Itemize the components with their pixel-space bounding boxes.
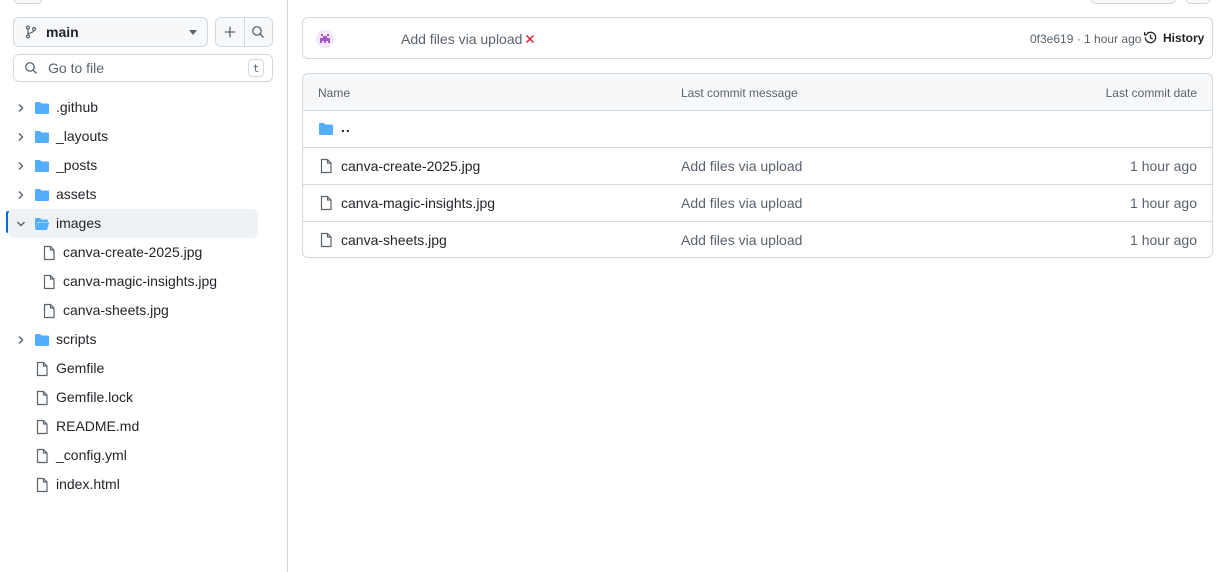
- folder-icon: [35, 189, 49, 201]
- table-row: canva-create-2025.jpg Add files via uploa…: [303, 148, 1212, 185]
- tree-item-label: Gemfile.lock: [56, 389, 134, 405]
- tree-file-item[interactable]: canva-sheets.jpg: [0, 296, 287, 325]
- file-icon: [43, 274, 55, 290]
- avatar[interactable]: [316, 30, 334, 48]
- tree-folder-item[interactable]: scripts: [0, 325, 287, 354]
- chevron-right-icon[interactable]: [15, 102, 27, 114]
- tree-file-item[interactable]: Gemfile.lock: [0, 383, 287, 412]
- chevron-right-icon[interactable]: [15, 189, 27, 201]
- table-header: Name Last commit message Last commit dat…: [303, 74, 1212, 111]
- tree-item-label: index.html: [56, 476, 120, 492]
- keyboard-shortcut-hint: t: [248, 59, 264, 77]
- tree-item-label: _layouts: [56, 128, 109, 144]
- file-icon: [43, 245, 55, 261]
- directory-file-table: Name Last commit message Last commit dat…: [302, 73, 1213, 258]
- column-header-message: Last commit message: [681, 86, 798, 100]
- commit-date: 1 hour ago: [1130, 158, 1197, 174]
- tree-file-item[interactable]: Gemfile: [0, 354, 287, 383]
- collapse-sidebar-button[interactable]: [14, 0, 42, 4]
- parent-directory-link[interactable]: ..: [341, 119, 351, 135]
- tree-file-item[interactable]: canva-create-2025.jpg: [0, 238, 287, 267]
- tree-item-label: canva-sheets.jpg: [63, 302, 169, 318]
- commit-date: 1 hour ago: [1130, 195, 1197, 211]
- chevron-right-icon[interactable]: [15, 334, 27, 346]
- tree-item-label: scripts: [56, 331, 97, 347]
- tree-actions: [215, 17, 273, 47]
- file-icon: [36, 477, 48, 493]
- go-to-file-field[interactable]: t: [13, 54, 273, 82]
- commit-message-link[interactable]: Add files via upload: [681, 195, 802, 211]
- tree-folder-item[interactable]: _layouts: [0, 122, 287, 151]
- tree-folder-item[interactable]: images: [8, 209, 258, 238]
- file-icon: [36, 390, 48, 406]
- file-icon: [36, 361, 48, 377]
- dropdown-caret-icon: [189, 29, 197, 35]
- latest-commit-bar: Add files via upload 0f3e619 · 1 hour ag…: [302, 17, 1213, 59]
- chevron-right-icon[interactable]: [15, 160, 27, 172]
- plus-icon: [224, 26, 235, 38]
- tree-item-label: .github: [56, 99, 99, 115]
- branch-name: main: [46, 24, 79, 40]
- go-to-file-input[interactable]: [48, 60, 248, 76]
- git-branch-icon: [25, 25, 37, 39]
- file-icon: [36, 419, 48, 435]
- folder-icon: [35, 131, 49, 143]
- file-icon: [320, 195, 332, 211]
- tree-item-label: _posts: [56, 157, 98, 173]
- chevron-down-icon[interactable]: [15, 218, 27, 230]
- file-tree: .github _layouts _postsassets images canva-c…: [0, 93, 287, 499]
- folder-icon: [319, 123, 333, 135]
- search-icon: [25, 62, 37, 74]
- tree-item-label: _config.yml: [56, 447, 127, 463]
- tree-file-item[interactable]: canva-magic-insights.jpg: [0, 267, 287, 296]
- file-icon: [36, 448, 48, 464]
- history-icon: [1144, 31, 1157, 44]
- tree-item-label: assets: [56, 186, 97, 202]
- column-header-name: Name: [318, 86, 351, 100]
- folder-icon: [35, 160, 49, 172]
- file-icon: [43, 303, 55, 319]
- folder-icon: [35, 334, 49, 346]
- column-header-date: Last commit date: [1105, 86, 1197, 100]
- tree-file-item[interactable]: _config.yml: [0, 441, 287, 470]
- chevron-right-icon[interactable]: [15, 131, 27, 143]
- parent-directory-row[interactable]: ..: [303, 111, 1212, 148]
- add-file-button[interactable]: [216, 18, 244, 46]
- commit-date: 1 hour ago: [1130, 232, 1197, 248]
- folder-open-icon: [35, 218, 50, 230]
- tree-item-label: images: [56, 215, 102, 231]
- tree-file-item[interactable]: index.html: [0, 470, 287, 499]
- tree-folder-item[interactable]: _posts: [0, 151, 287, 180]
- commit-message-link[interactable]: Add files via upload: [401, 31, 522, 47]
- commit-message-link[interactable]: Add files via upload: [681, 232, 802, 248]
- tree-item-label: Gemfile: [56, 360, 105, 376]
- history-button[interactable]: History: [1143, 30, 1204, 45]
- search-icon: [252, 26, 265, 38]
- search-files-button[interactable]: [243, 18, 273, 46]
- folder-icon: [35, 102, 49, 114]
- file-tree-sidebar: main t .github _layouts _postsassets images…: [0, 0, 288, 572]
- tree-item-label: README.md: [56, 418, 140, 434]
- tree-item-label: canva-magic-insights.jpg: [63, 273, 218, 289]
- tree-file-item[interactable]: README.md: [0, 412, 287, 441]
- tree-item-label: canva-create-2025.jpg: [63, 244, 203, 260]
- branch-selector-button[interactable]: main: [13, 17, 208, 47]
- tree-folder-item[interactable]: .github: [0, 93, 287, 122]
- tree-folder-item[interactable]: assets: [0, 180, 287, 209]
- file-name-link[interactable]: canva-sheets.jpg: [341, 232, 447, 248]
- file-name-link[interactable]: canva-create-2025.jpg: [341, 158, 480, 174]
- history-label: History: [1163, 30, 1205, 45]
- add-file-dropdown-button[interactable]: [1090, 0, 1176, 4]
- file-icon: [320, 232, 332, 248]
- more-options-button[interactable]: [1185, 0, 1211, 4]
- commit-message-link[interactable]: Add files via upload: [681, 158, 802, 174]
- file-icon: [320, 158, 332, 174]
- table-row: canva-magic-insights.jpg Add files via up…: [303, 185, 1212, 222]
- table-row: canva-sheets.jpg Add files via upload 1 ho…: [303, 222, 1212, 257]
- file-name-link[interactable]: canva-magic-insights.jpg: [341, 195, 495, 211]
- commit-hash-and-time[interactable]: 0f3e619 · 1 hour ago: [1030, 32, 1141, 46]
- x-icon[interactable]: [523, 32, 537, 46]
